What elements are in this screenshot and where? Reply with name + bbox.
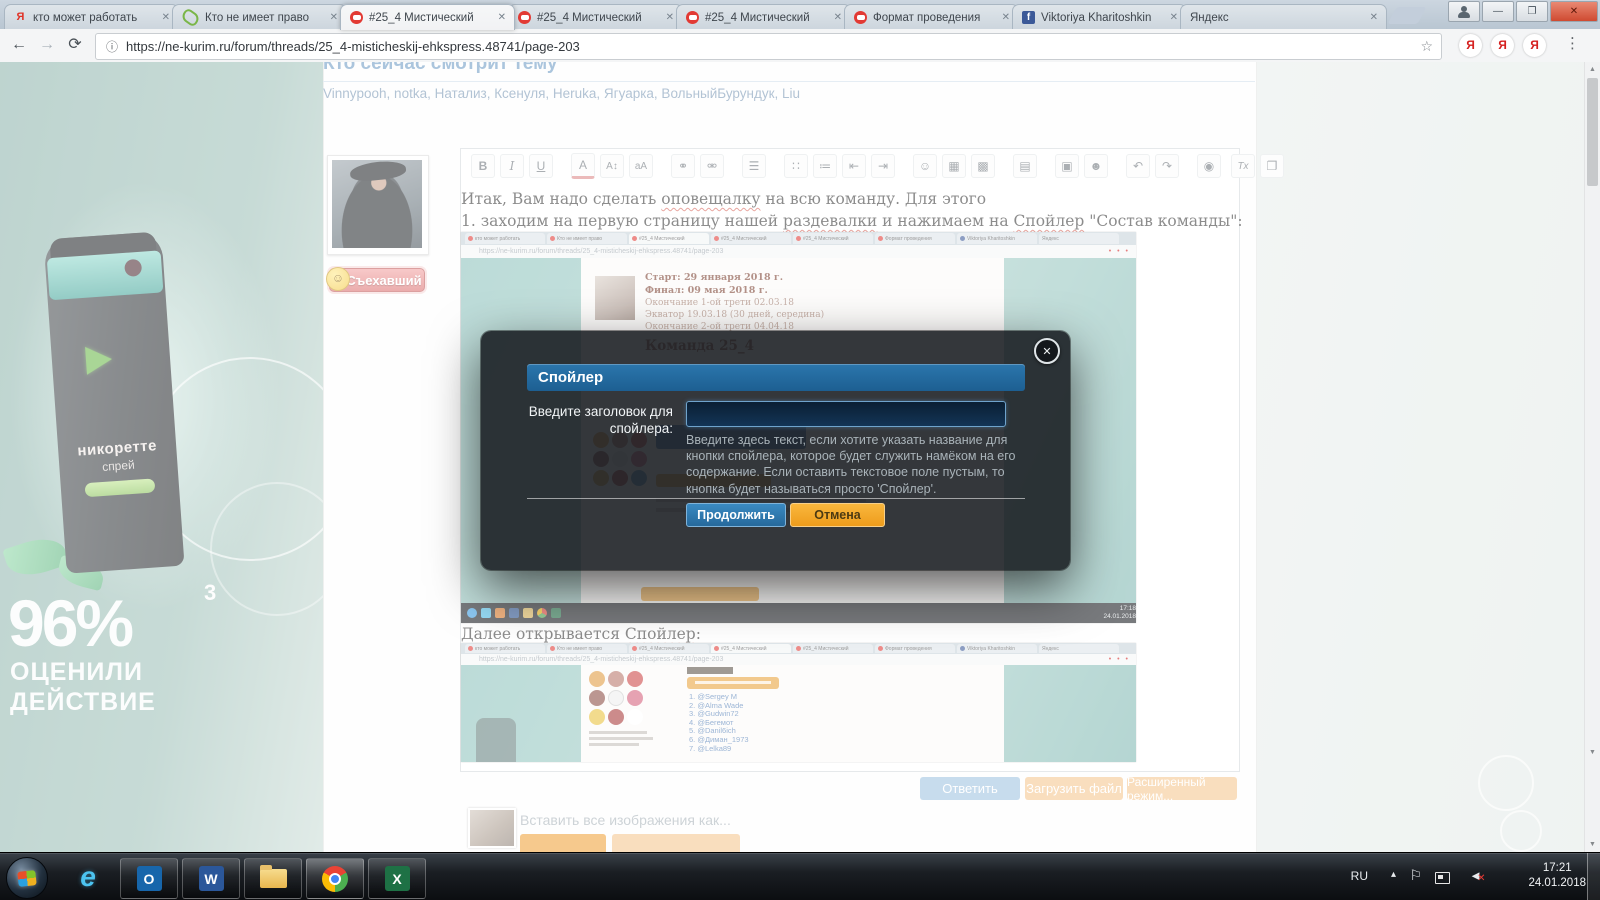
- browser-navbar: ← → ⟳ ⓘ https://ne-kurim.ru/forum/thread…: [0, 29, 1600, 63]
- profile-button[interactable]: [1448, 1, 1480, 22]
- taskbar-chrome-button[interactable]: [306, 858, 364, 899]
- scroll-down-icon[interactable]: ▼: [1585, 745, 1600, 760]
- spoiler-dialog: ✕ Спойлер Введите заголовок для спойлера…: [481, 331, 1070, 570]
- tab-title: Формат проведения: [873, 12, 994, 24]
- dialog-title: Спойлер: [527, 364, 1025, 391]
- forum-favicon-icon: [350, 11, 363, 24]
- excel-icon: X: [385, 866, 410, 891]
- extension-yandex-1[interactable]: Я: [1459, 34, 1482, 57]
- tab-title: кто может работать: [33, 12, 154, 24]
- spoiler-title-label: Введите заголовок для спойлера:: [521, 403, 673, 437]
- tab-close-icon[interactable]: ✕: [832, 12, 844, 23]
- browser-tab-3-active[interactable]: #25_4 Мистический ✕: [340, 4, 515, 30]
- dialog-close-button[interactable]: ✕: [1034, 338, 1060, 364]
- new-tab-button[interactable]: [1387, 7, 1426, 24]
- browser-tab-2[interactable]: Кто не имеет право ✕: [172, 4, 347, 30]
- forum-favicon-icon: [518, 11, 531, 24]
- windows-taskbar: e O W X RU ▴ ⚐ ◄✕ 17:21 24.01.2018: [0, 852, 1600, 900]
- forum-favicon-icon: [686, 11, 699, 24]
- address-bar[interactable]: ⓘ https://ne-kurim.ru/forum/threads/25_4…: [95, 33, 1442, 60]
- browser-tab-7[interactable]: f Viktoriya Kharitoshkin ✕: [1012, 4, 1187, 30]
- language-indicator[interactable]: RU: [1351, 869, 1368, 883]
- tab-close-icon[interactable]: ✕: [664, 12, 676, 23]
- chrome-icon: [322, 866, 348, 892]
- user-icon: [1458, 6, 1470, 18]
- taskbar-clock[interactable]: 17:21 24.01.2018: [1528, 861, 1586, 891]
- scroll-down-icon[interactable]: ▼: [1585, 837, 1600, 852]
- tray-expand-icon[interactable]: ▴: [1391, 869, 1396, 880]
- taskbar-excel-button[interactable]: X: [368, 858, 426, 899]
- scrollbar-thumb[interactable]: [1587, 78, 1598, 186]
- tab-title: Яндекс: [1190, 12, 1362, 24]
- tab-close-icon[interactable]: ✕: [1000, 12, 1012, 23]
- chrome-menu-icon[interactable]: ⋮: [1565, 34, 1580, 52]
- tab-close-icon[interactable]: ✕: [160, 12, 172, 23]
- bookmark-star-icon[interactable]: ☆: [1420, 38, 1433, 55]
- tab-title: #25_4 Мистический: [537, 12, 658, 24]
- start-button[interactable]: [6, 857, 48, 899]
- tab-title: #25_4 Мистический: [369, 12, 490, 24]
- tab-close-icon[interactable]: ✕: [328, 12, 340, 23]
- clock-time: 17:21: [1528, 861, 1586, 876]
- cancel-button[interactable]: Отмена: [790, 503, 885, 527]
- minimize-button[interactable]: —: [1482, 1, 1514, 22]
- windows-logo-icon: [17, 870, 36, 887]
- paperclip-icon: [180, 7, 201, 27]
- yandex-icon: Я: [14, 11, 27, 24]
- network-icon[interactable]: [1435, 872, 1450, 884]
- extension-yandex-3[interactable]: Я: [1523, 34, 1546, 57]
- tab-title: Кто не имеет право: [205, 12, 322, 24]
- outlook-icon: O: [137, 866, 162, 891]
- page-viewport: никоретте спрей 96% 3 ОЦЕНИЛИ ДЕЙСТВИЕ К…: [0, 62, 1600, 852]
- tab-title: Viktoriya Kharitoshkin: [1041, 12, 1162, 24]
- tab-title: #25_4 Мистический: [705, 12, 826, 24]
- facebook-icon: f: [1022, 11, 1035, 24]
- page-info-icon[interactable]: ⓘ: [106, 38, 118, 55]
- folder-icon: [260, 869, 287, 888]
- continue-button[interactable]: Продолжить: [686, 503, 786, 527]
- taskbar-internet-explorer-button[interactable]: e: [62, 859, 114, 897]
- action-center-flag-icon[interactable]: ⚐: [1409, 867, 1422, 884]
- screen: Я кто может работать ✕ Кто не имеет прав…: [0, 0, 1600, 900]
- scroll-up-icon[interactable]: ▲: [1585, 62, 1600, 77]
- tab-close-icon[interactable]: ✕: [1368, 12, 1380, 23]
- tab-close-icon[interactable]: ✕: [496, 12, 508, 23]
- browser-tabstrip: Я кто может работать ✕ Кто не имеет прав…: [0, 0, 1600, 29]
- browser-tab-4[interactable]: #25_4 Мистический ✕: [508, 4, 683, 30]
- browser-tab-6[interactable]: Формат проведения ✕: [844, 4, 1019, 30]
- url-text[interactable]: https://ne-kurim.ru/forum/threads/25_4-m…: [126, 39, 1420, 54]
- taskbar-word-button[interactable]: W: [182, 858, 240, 899]
- volume-muted-icon[interactable]: ◄✕: [1469, 868, 1482, 883]
- window-controls: — ❐ ✕: [1448, 1, 1598, 22]
- dialog-divider: [527, 498, 1025, 499]
- word-icon: W: [199, 866, 224, 891]
- page-scrollbar[interactable]: ▲ ▼ ▼: [1584, 62, 1600, 852]
- spoiler-title-input[interactable]: [686, 401, 1006, 427]
- dialog-help-text: Введите здесь текст, если хотите указать…: [686, 432, 1044, 497]
- extension-yandex-2[interactable]: Я: [1491, 34, 1514, 57]
- browser-tab-8[interactable]: Яндекс ✕: [1180, 4, 1387, 30]
- taskbar-explorer-button[interactable]: [244, 858, 302, 899]
- browser-tab-5[interactable]: #25_4 Мистический ✕: [676, 4, 851, 30]
- forward-button[interactable]: →: [34, 32, 60, 58]
- browser-tab-1[interactable]: Я кто может работать ✕: [4, 4, 179, 30]
- taskbar-outlook-button[interactable]: O: [120, 858, 178, 899]
- clock-date: 24.01.2018: [1528, 876, 1586, 891]
- show-desktop-button[interactable]: [1587, 853, 1600, 900]
- close-window-button[interactable]: ✕: [1550, 1, 1598, 22]
- back-button[interactable]: ←: [6, 32, 32, 58]
- reload-button[interactable]: ⟳: [62, 32, 88, 58]
- restore-button[interactable]: ❐: [1516, 1, 1548, 22]
- tab-close-icon[interactable]: ✕: [1168, 12, 1180, 23]
- forum-favicon-icon: [854, 11, 867, 24]
